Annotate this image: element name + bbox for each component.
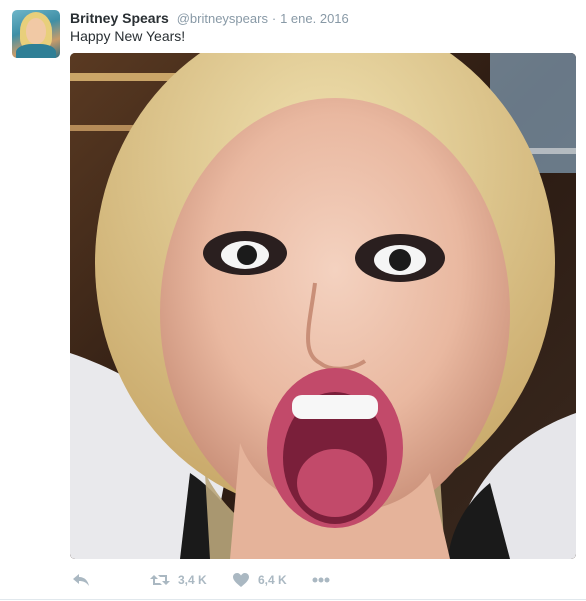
reply-icon [73, 574, 89, 586]
like-button[interactable]: 6,4 K [232, 570, 287, 590]
retweet-count: 3,4 K [178, 573, 207, 587]
retweet-icon [150, 575, 170, 585]
avatar-body [16, 44, 56, 58]
avatar[interactable] [12, 10, 60, 58]
tweet-divider [0, 599, 586, 600]
tweet-text: Happy New Years! [70, 28, 186, 44]
reply-button[interactable] [72, 570, 90, 590]
like-count: 6,4 K [258, 573, 287, 587]
more-dots-icon [312, 577, 330, 583]
tweet-header: Britney Spears @britneyspears · 1 ene. 2… [70, 9, 349, 28]
separator-dot: · [271, 11, 277, 26]
author-name[interactable]: Britney Spears [70, 10, 169, 26]
tweet-timestamp[interactable]: 1 ene. 2016 [280, 11, 349, 26]
heart-icon [233, 573, 249, 587]
tweet-actions: 3,4 K 6,4 K [70, 570, 576, 590]
tweet-card: Britney Spears @britneyspears · 1 ene. 2… [0, 0, 586, 601]
retweet-button[interactable]: 3,4 K [150, 570, 207, 590]
avatar-face [26, 18, 46, 44]
more-button[interactable] [312, 570, 330, 590]
author-handle[interactable]: @britneyspears [177, 11, 268, 26]
tweet-photo[interactable] [70, 53, 576, 559]
selfie-photo [70, 53, 576, 559]
